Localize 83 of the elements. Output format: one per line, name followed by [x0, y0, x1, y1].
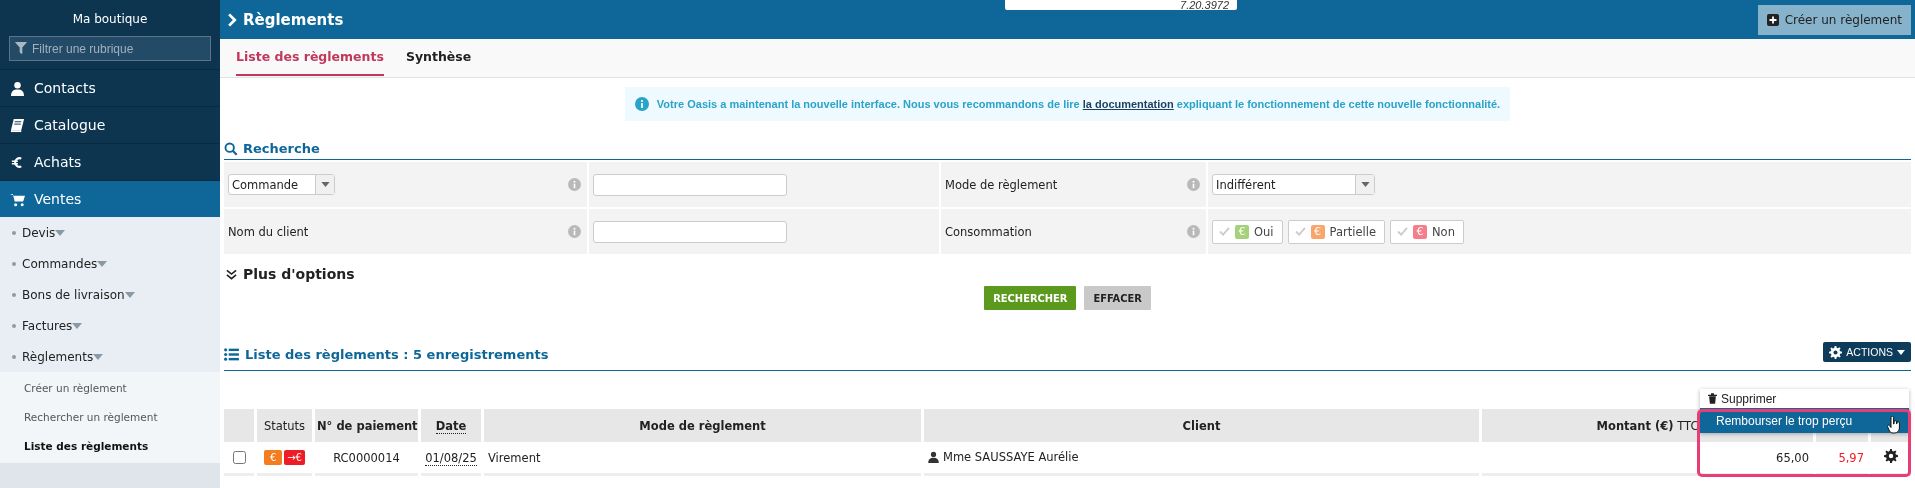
info-message: Votre Oasis a maintenant la nouvelle interface. Nous vous recommandons de lire la documentation expliquant le fonctionnement de cette nouvelle fonctionnalité. — [656, 98, 1501, 110]
table-cell: RC0000014 — [315, 442, 418, 476]
caret-icon — [1897, 349, 1905, 355]
filter-field[interactable]: Filtrer une rubrique — [9, 36, 211, 61]
chevron-icon — [228, 12, 237, 27]
info-icon — [568, 225, 581, 238]
sidebar-item[interactable]: Contacts — [0, 69, 220, 106]
table-cell: 01/08/25 — [421, 442, 481, 476]
mode-select[interactable]: Indifférent — [1212, 174, 1375, 195]
toggle-button[interactable]: € Non — [1390, 219, 1464, 244]
gear-icon — [1829, 345, 1843, 359]
info-icon — [634, 97, 649, 111]
table-cell: 5,97 — [1816, 442, 1868, 476]
sidebar-subitem[interactable]: Devis — [0, 217, 220, 248]
gear-icon[interactable] — [1884, 449, 1898, 463]
sidebar-subitem[interactable]: Factures — [0, 310, 220, 341]
cart-icon — [9, 191, 25, 207]
bullet-icon — [12, 323, 16, 328]
field-label: Mode de règlement — [945, 177, 1058, 192]
tab[interactable]: Synthèse — [405, 39, 472, 76]
person-icon — [928, 450, 939, 463]
caret-icon — [1360, 182, 1370, 187]
menu-item[interactable]: Supprimer — [1700, 389, 1909, 408]
hand-cursor-icon — [1887, 416, 1901, 434]
caret-icon — [124, 291, 135, 298]
table-cell: Mme SAUSSAYE Aurélie — [924, 442, 1479, 476]
field-label: Nom du client — [228, 224, 309, 239]
search-icon — [224, 141, 238, 156]
caret-icon — [93, 353, 104, 360]
status-badge: →€ — [284, 450, 305, 465]
column-header: Mode de règlement — [484, 409, 921, 442]
row-checkbox[interactable] — [233, 451, 246, 464]
sidebar-subitem[interactable]: Bons de livraison — [0, 279, 220, 310]
plus-icon — [1766, 13, 1779, 26]
sidebar-link[interactable]: Liste des règlements — [0, 432, 220, 461]
sidebar-item[interactable]: Ventes — [0, 180, 220, 217]
list-icon — [224, 347, 239, 361]
text-field[interactable] — [593, 173, 787, 196]
caret-icon — [55, 229, 66, 236]
bullet-icon — [12, 354, 16, 359]
sidebar-subitem[interactable]: Règlements — [0, 341, 220, 372]
documentation-link[interactable]: la documentation — [1082, 98, 1174, 110]
bullet-icon — [12, 230, 16, 235]
criterion-select[interactable]: Commande — [228, 174, 335, 195]
column-header: Statuts — [257, 409, 312, 442]
page-title: Règlements — [243, 10, 344, 29]
person-icon — [10, 80, 24, 96]
text-field[interactable] — [593, 220, 787, 243]
status-badge: € — [264, 450, 283, 465]
caret-icon — [72, 322, 83, 329]
column-header: Date — [421, 409, 481, 442]
section-title: Recherche — [243, 141, 320, 156]
sidebar-link[interactable]: Rechercher un règlement — [0, 403, 220, 432]
toggle-button[interactable]: € Partielle — [1287, 219, 1385, 244]
caret-icon — [97, 260, 108, 267]
sidebar-link[interactable]: Créer un règlement — [0, 374, 220, 403]
book-icon — [9, 117, 25, 133]
filter-icon — [14, 41, 28, 55]
info-icon — [568, 178, 581, 191]
bullet-icon — [12, 292, 16, 297]
bullet-icon — [12, 261, 16, 266]
actions-button[interactable]: ACTIONS — [1823, 342, 1911, 362]
more-options-toggle[interactable]: Plus d'options — [243, 266, 355, 282]
sidebar-item[interactable]: Catalogue — [0, 106, 220, 143]
version-label: 7.20.3972 — [1005, 0, 1237, 10]
trash-icon — [1708, 393, 1717, 404]
column-header: N° de paiement — [315, 409, 418, 442]
info-icon — [1187, 178, 1200, 191]
list-title: Liste des règlements : 5 enregistrements — [245, 346, 549, 362]
tab[interactable]: Liste des règlements — [236, 39, 384, 76]
euro-icon — [11, 154, 23, 170]
shop-title: Ma boutique — [71, 11, 149, 28]
caret-icon — [320, 182, 330, 187]
sidebar-subitem[interactable]: Commandes — [0, 248, 220, 279]
field-label: Consommation — [945, 224, 1032, 239]
column-header: Client — [924, 409, 1479, 442]
toggle-button[interactable]: € Oui — [1212, 219, 1283, 244]
table-cell: Virement — [484, 442, 921, 476]
create-button[interactable]: Créer un règlement — [1757, 4, 1911, 35]
info-icon — [1187, 225, 1200, 238]
table-cell: 65,00 — [1482, 442, 1813, 476]
clear-button[interactable]: EFFACER — [1084, 286, 1151, 310]
double-chevron-icon — [226, 268, 237, 280]
